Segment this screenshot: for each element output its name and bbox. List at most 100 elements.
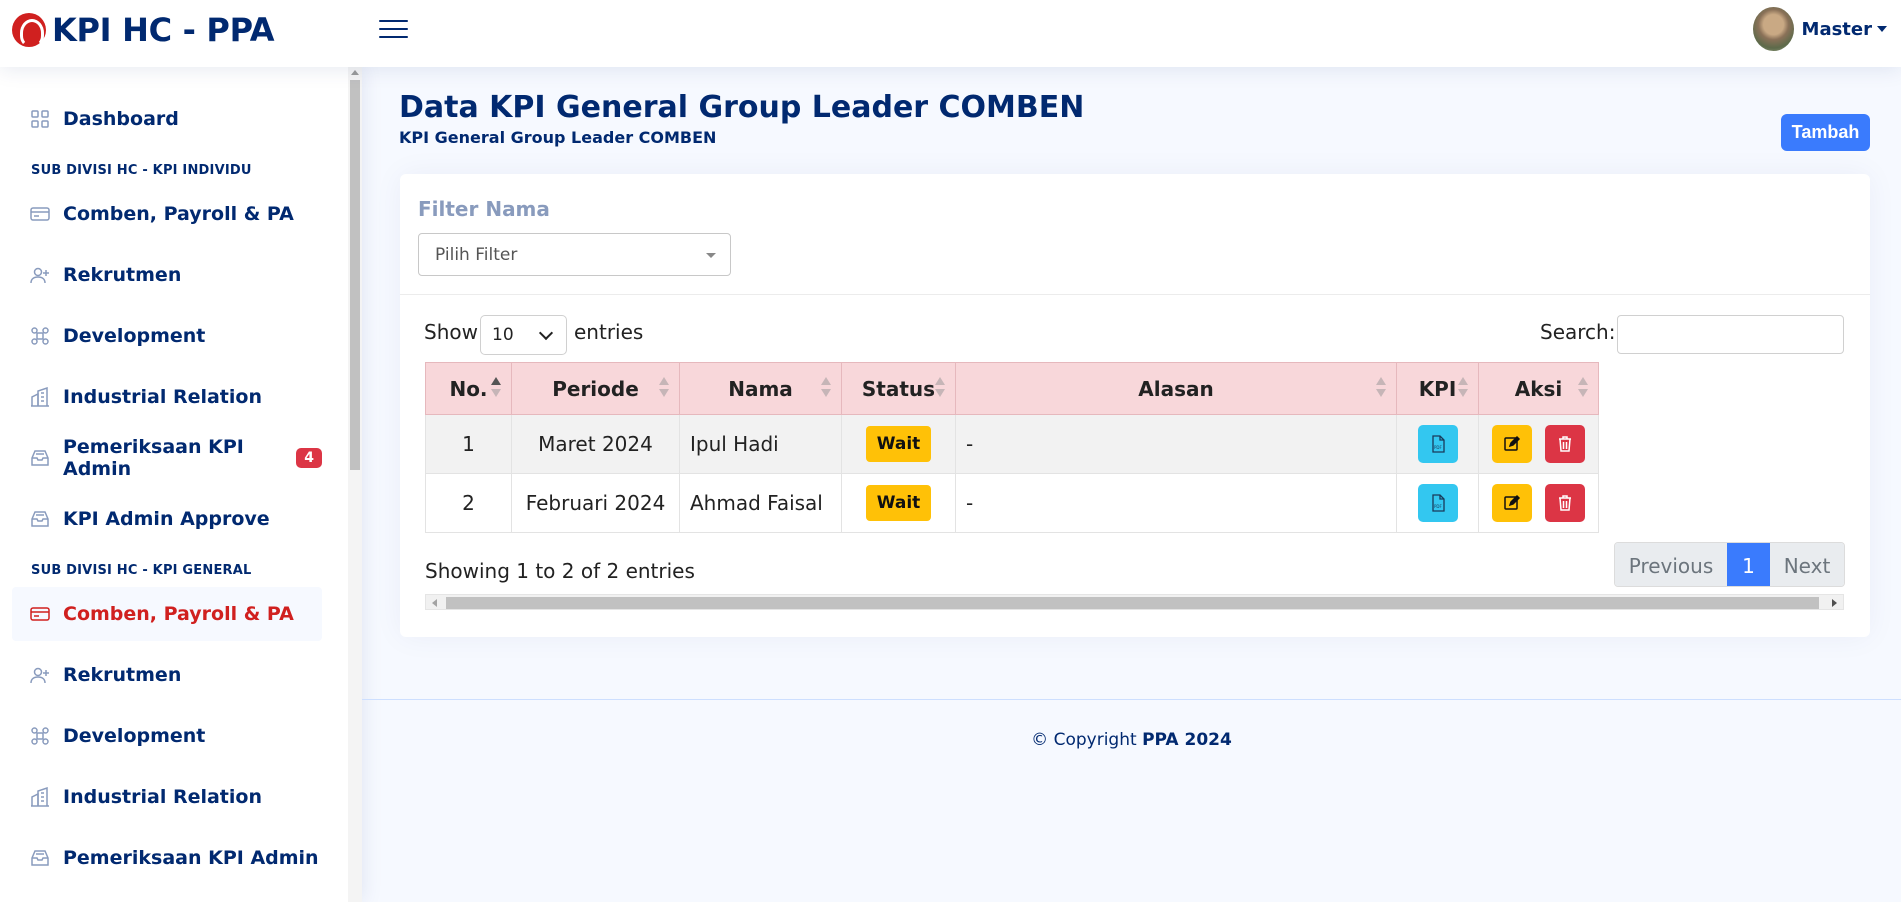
cell-kpi: PDF bbox=[1396, 473, 1479, 533]
pdf-file-icon: PDF bbox=[1431, 435, 1445, 453]
scroll-left-arrow-icon[interactable] bbox=[432, 599, 437, 607]
delete-button[interactable] bbox=[1544, 425, 1585, 463]
sidebar-item-label: Comben, Payroll & PA bbox=[63, 603, 294, 625]
copyright-brand: PPA 2024 bbox=[1142, 730, 1232, 750]
cell-periode: Februari 2024 bbox=[511, 473, 680, 533]
user-profile-dropdown[interactable]: Master bbox=[1752, 7, 1887, 51]
sidebar-item-dashboard[interactable]: Dashboard bbox=[12, 92, 322, 146]
sidebar-item-individu-pemeriksaan[interactable]: Pemeriksaan KPI Admin 4 bbox=[12, 431, 322, 485]
status-badge: Wait bbox=[865, 485, 932, 521]
scroll-up-arrow-icon[interactable] bbox=[351, 70, 359, 75]
edit-icon bbox=[1504, 494, 1521, 510]
status-badge: Wait bbox=[865, 426, 932, 462]
sidebar-item-general-development[interactable]: Development bbox=[12, 709, 322, 763]
filter-label: Filter Nama bbox=[418, 197, 550, 221]
sidebar-heading-kpi-general: SUB DIVISI HC - KPI GENERAL bbox=[31, 563, 252, 578]
column-header-status[interactable]: Status bbox=[841, 362, 956, 415]
column-header-nama[interactable]: Nama bbox=[679, 362, 842, 415]
edit-button[interactable] bbox=[1492, 425, 1533, 463]
sidebar-item-individu-industrial-relation[interactable]: Industrial Relation bbox=[12, 370, 322, 424]
pagination-page-1[interactable]: 1 bbox=[1727, 543, 1770, 586]
pagination: Previous 1 Next bbox=[1614, 542, 1845, 587]
scroll-right-arrow-icon[interactable] bbox=[1832, 599, 1837, 607]
brand-logo-icon bbox=[12, 13, 46, 47]
pagination-next[interactable]: Next bbox=[1770, 543, 1844, 586]
card-icon bbox=[30, 604, 50, 624]
sidebar-item-individu-development[interactable]: Development bbox=[12, 309, 322, 363]
pagination-previous[interactable]: Previous bbox=[1615, 543, 1727, 586]
sidebar-item-label: Dashboard bbox=[63, 108, 179, 130]
notification-badge: 4 bbox=[296, 448, 322, 468]
kpi-table: No. Periode Nama Status Alasan KPI Aksi … bbox=[425, 362, 1599, 533]
column-header-no[interactable]: No. bbox=[425, 362, 512, 415]
sidebar-item-label: Industrial Relation bbox=[63, 386, 262, 408]
sidebar-item-label: KPI Admin Approve bbox=[63, 508, 270, 530]
view-pdf-button[interactable]: PDF bbox=[1417, 425, 1458, 463]
column-header-kpi[interactable]: KPI bbox=[1396, 362, 1479, 415]
dropdown-arrow-icon bbox=[706, 253, 716, 258]
filter-name-select[interactable]: Pilih Filter bbox=[418, 233, 731, 276]
svg-text:PDF: PDF bbox=[1434, 445, 1442, 450]
app-title: KPI HC - PPA bbox=[52, 11, 275, 49]
cell-kpi: PDF bbox=[1396, 414, 1479, 474]
cell-aksi bbox=[1478, 473, 1599, 533]
sidebar-item-label: Pemeriksaan KPI Admin bbox=[63, 847, 319, 869]
sidebar-item-label: Rekrutmen bbox=[63, 264, 182, 286]
copyright-prefix: © Copyright bbox=[1031, 730, 1137, 750]
scroll-thumb[interactable] bbox=[446, 597, 1819, 609]
filter-placeholder: Pilih Filter bbox=[435, 244, 518, 265]
sidebar-item-label: Pemeriksaan KPI Admin bbox=[63, 436, 244, 480]
sidebar-item-individu-comben[interactable]: Comben, Payroll & PA bbox=[12, 187, 322, 241]
search-input[interactable] bbox=[1617, 315, 1844, 354]
cell-alasan: - bbox=[955, 414, 1397, 474]
trash-icon bbox=[1558, 436, 1571, 452]
column-header-label: No. bbox=[449, 376, 488, 401]
chevron-down-icon bbox=[1877, 26, 1887, 32]
app-logo[interactable]: KPI HC - PPA bbox=[12, 11, 275, 49]
sidebar-item-general-industrial-relation[interactable]: Industrial Relation bbox=[12, 770, 322, 824]
edit-icon bbox=[1504, 435, 1521, 451]
column-header-aksi[interactable]: Aksi bbox=[1478, 362, 1599, 415]
cell-periode: Maret 2024 bbox=[511, 414, 680, 474]
table-info: Showing 1 to 2 of 2 entries bbox=[425, 559, 695, 583]
sidebar-item-general-comben[interactable]: Comben, Payroll & PA bbox=[12, 587, 322, 641]
page-title-block: Data KPI General Group Leader COMBEN KPI… bbox=[399, 90, 1084, 147]
column-header-label: Aksi bbox=[1514, 376, 1563, 401]
search-label: Search: bbox=[1540, 320, 1616, 344]
sidebar: Dashboard SUB DIVISI HC - KPI INDIVIDU C… bbox=[0, 67, 362, 902]
delete-button[interactable] bbox=[1544, 484, 1585, 522]
view-pdf-button[interactable]: PDF bbox=[1417, 484, 1458, 522]
copyright: © Copyright PPA 2024 bbox=[362, 730, 1901, 750]
sidebar-scroll-thumb[interactable] bbox=[350, 80, 360, 470]
command-icon bbox=[30, 326, 50, 346]
column-header-periode[interactable]: Periode bbox=[511, 362, 680, 415]
sidebar-item-individu-rekrutmen[interactable]: Rekrutmen bbox=[12, 248, 322, 302]
edit-button[interactable] bbox=[1492, 484, 1533, 522]
grid-icon bbox=[30, 109, 50, 129]
divider bbox=[400, 294, 1870, 295]
cell-nama: Ahmad Faisal bbox=[679, 473, 842, 533]
inbox-icon bbox=[30, 509, 50, 529]
sort-icon bbox=[1458, 377, 1468, 399]
cell-status: Wait bbox=[841, 473, 956, 533]
sidebar-item-label: Comben, Payroll & PA bbox=[63, 203, 294, 225]
card-icon bbox=[30, 204, 50, 224]
entries-label: entries bbox=[574, 320, 644, 344]
table-horizontal-scrollbar[interactable] bbox=[425, 594, 1844, 610]
column-header-alasan[interactable]: Alasan bbox=[955, 362, 1397, 415]
top-header: KPI HC - PPA Master bbox=[0, 0, 1901, 67]
person-add-icon bbox=[30, 265, 50, 285]
sort-icon bbox=[1578, 377, 1588, 399]
building-icon bbox=[30, 386, 50, 407]
sidebar-item-individu-kpi-admin-approve[interactable]: KPI Admin Approve bbox=[12, 492, 322, 546]
sort-icon bbox=[821, 377, 831, 399]
building-icon bbox=[30, 786, 50, 807]
sidebar-item-general-pemeriksaan[interactable]: Pemeriksaan KPI Admin bbox=[12, 831, 322, 885]
sort-asc-icon bbox=[491, 377, 501, 399]
sort-icon bbox=[935, 377, 945, 399]
sidebar-toggle-menu-icon[interactable] bbox=[379, 17, 408, 41]
entries-length-select[interactable]: 10 bbox=[480, 315, 567, 355]
sidebar-item-general-rekrutmen[interactable]: Rekrutmen bbox=[12, 648, 322, 702]
add-button[interactable]: Tambah bbox=[1781, 114, 1870, 151]
page-subtitle: KPI General Group Leader COMBEN bbox=[399, 128, 717, 147]
